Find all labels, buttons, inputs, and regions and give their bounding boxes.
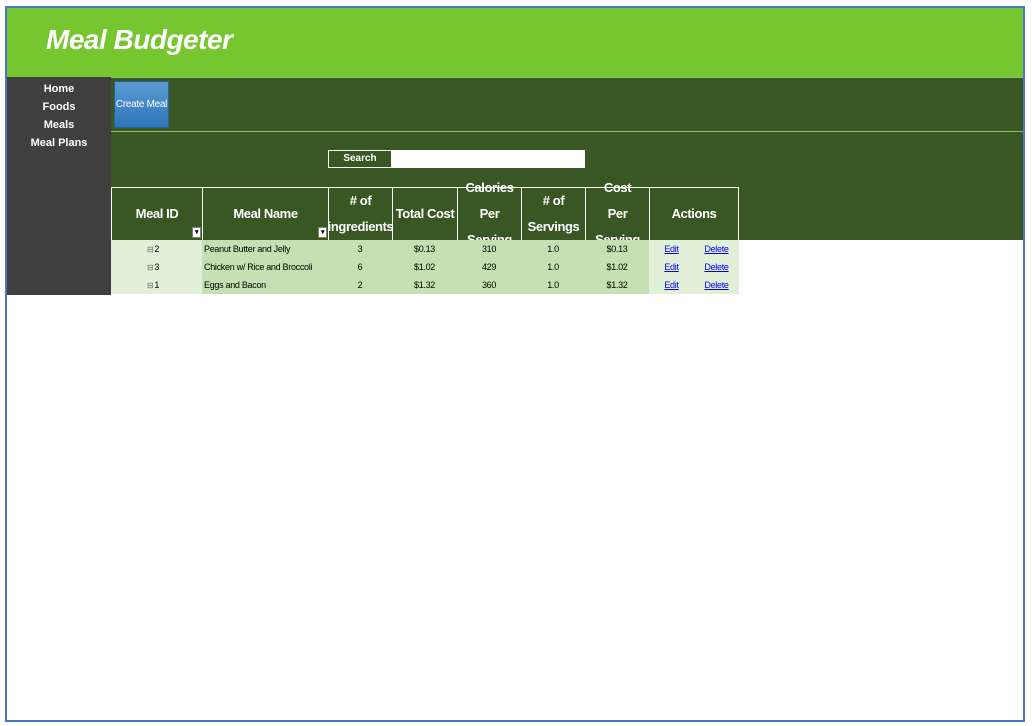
cell-calories: 360 <box>457 276 521 294</box>
cell-meal-name: Eggs and Bacon <box>202 276 328 294</box>
table-row: ⊟1 Eggs and Bacon 2 $1.32 360 1.0 $1.32 … <box>111 276 739 294</box>
meals-panel: Search Meal ID ▾ Meal Name ▾ # of ingred… <box>111 132 1023 247</box>
cell-total-cost: $1.32 <box>392 276 457 294</box>
app-title: Meal Budgeter <box>46 24 233 55</box>
header-meal-id-label: Meal ID <box>135 206 179 221</box>
header-meal-id: Meal ID ▾ <box>111 187 202 240</box>
cell-ingredients: 6 <box>328 258 392 276</box>
cell-edit: Edit <box>649 276 694 294</box>
header-calories: Calories Per Serving <box>457 180 521 247</box>
collapse-minus-icon[interactable]: ⊟ <box>147 263 154 272</box>
delete-link[interactable]: Delete <box>704 262 729 272</box>
cell-cost-per: $0.13 <box>585 240 649 258</box>
cell-cost-per: $1.32 <box>585 276 649 294</box>
cell-calories: 429 <box>457 258 521 276</box>
header-cost-per: Cost Per Serving <box>585 180 649 247</box>
edit-link[interactable]: Edit <box>664 244 679 254</box>
header-servings: # of Servings <box>521 187 585 240</box>
header-meal-name-label: Meal Name <box>233 206 298 221</box>
cell-total-cost: $0.13 <box>392 240 457 258</box>
filter-dropdown-icon[interactable]: ▾ <box>192 227 201 238</box>
sidebar-item-meal-plans[interactable]: Meal Plans <box>7 135 111 151</box>
search-input[interactable] <box>392 150 585 168</box>
cell-edit: Edit <box>649 258 694 276</box>
sidebar-item-foods[interactable]: Foods <box>7 99 111 115</box>
filter-dropdown-icon[interactable]: ▾ <box>318 227 327 238</box>
cell-delete: Delete <box>694 276 739 294</box>
header-ingredients-label: # of ingredients <box>327 193 394 234</box>
header-actions-label: Actions <box>671 206 717 221</box>
sidebar-item-home[interactable]: Home <box>7 81 111 97</box>
cell-ingredients: 2 <box>328 276 392 294</box>
toolbar: Create Meal <box>111 77 1023 132</box>
cell-meal-name: Peanut Butter and Jelly <box>202 240 328 258</box>
header-total-cost-label: Total Cost <box>395 206 455 221</box>
cell-meal-id: ⊟3 <box>111 258 202 276</box>
cell-calories: 310 <box>457 240 521 258</box>
cell-meal-name: Chicken w/ Rice and Broccoli <box>202 258 328 276</box>
edit-link[interactable]: Edit <box>664 280 679 290</box>
edit-link[interactable]: Edit <box>664 262 679 272</box>
cell-total-cost: $1.02 <box>392 258 457 276</box>
header-total-cost: Total Cost <box>392 187 457 240</box>
sidebar-footer <box>7 240 111 295</box>
app-window: Meal Budgeter Home Foods Meals Meal Plan… <box>5 6 1025 722</box>
cell-servings: 1.0 <box>521 276 585 294</box>
cell-servings: 1.0 <box>521 240 585 258</box>
cell-ingredients: 3 <box>328 240 392 258</box>
cell-servings: 1.0 <box>521 258 585 276</box>
table-row: ⊟2 Peanut Butter and Jelly 3 $0.13 310 1… <box>111 240 739 258</box>
collapse-minus-icon[interactable]: ⊟ <box>147 281 154 290</box>
table-row: ⊟3 Chicken w/ Rice and Broccoli 6 $1.02 … <box>111 258 739 276</box>
collapse-minus-icon[interactable]: ⊟ <box>147 245 154 254</box>
delete-link[interactable]: Delete <box>704 244 729 254</box>
header-ingredients: # of ingredients <box>327 187 394 240</box>
header-meal-name: Meal Name ▾ <box>202 187 328 240</box>
cell-delete: Delete <box>694 258 739 276</box>
sidebar-item-meals[interactable]: Meals <box>7 117 111 133</box>
cell-meal-id: ⊟2 <box>111 240 202 258</box>
search-label: Search <box>328 150 392 168</box>
cell-edit: Edit <box>649 240 694 258</box>
cell-meal-id: ⊟1 <box>111 276 202 294</box>
cell-delete: Delete <box>694 240 739 258</box>
create-meal-button[interactable]: Create Meal <box>114 81 169 128</box>
header-actions: Actions <box>649 187 739 240</box>
app-header: Meal Budgeter <box>7 8 1023 77</box>
header-servings-label: # of Servings <box>527 193 580 234</box>
delete-link[interactable]: Delete <box>704 280 729 290</box>
cell-cost-per: $1.02 <box>585 258 649 276</box>
